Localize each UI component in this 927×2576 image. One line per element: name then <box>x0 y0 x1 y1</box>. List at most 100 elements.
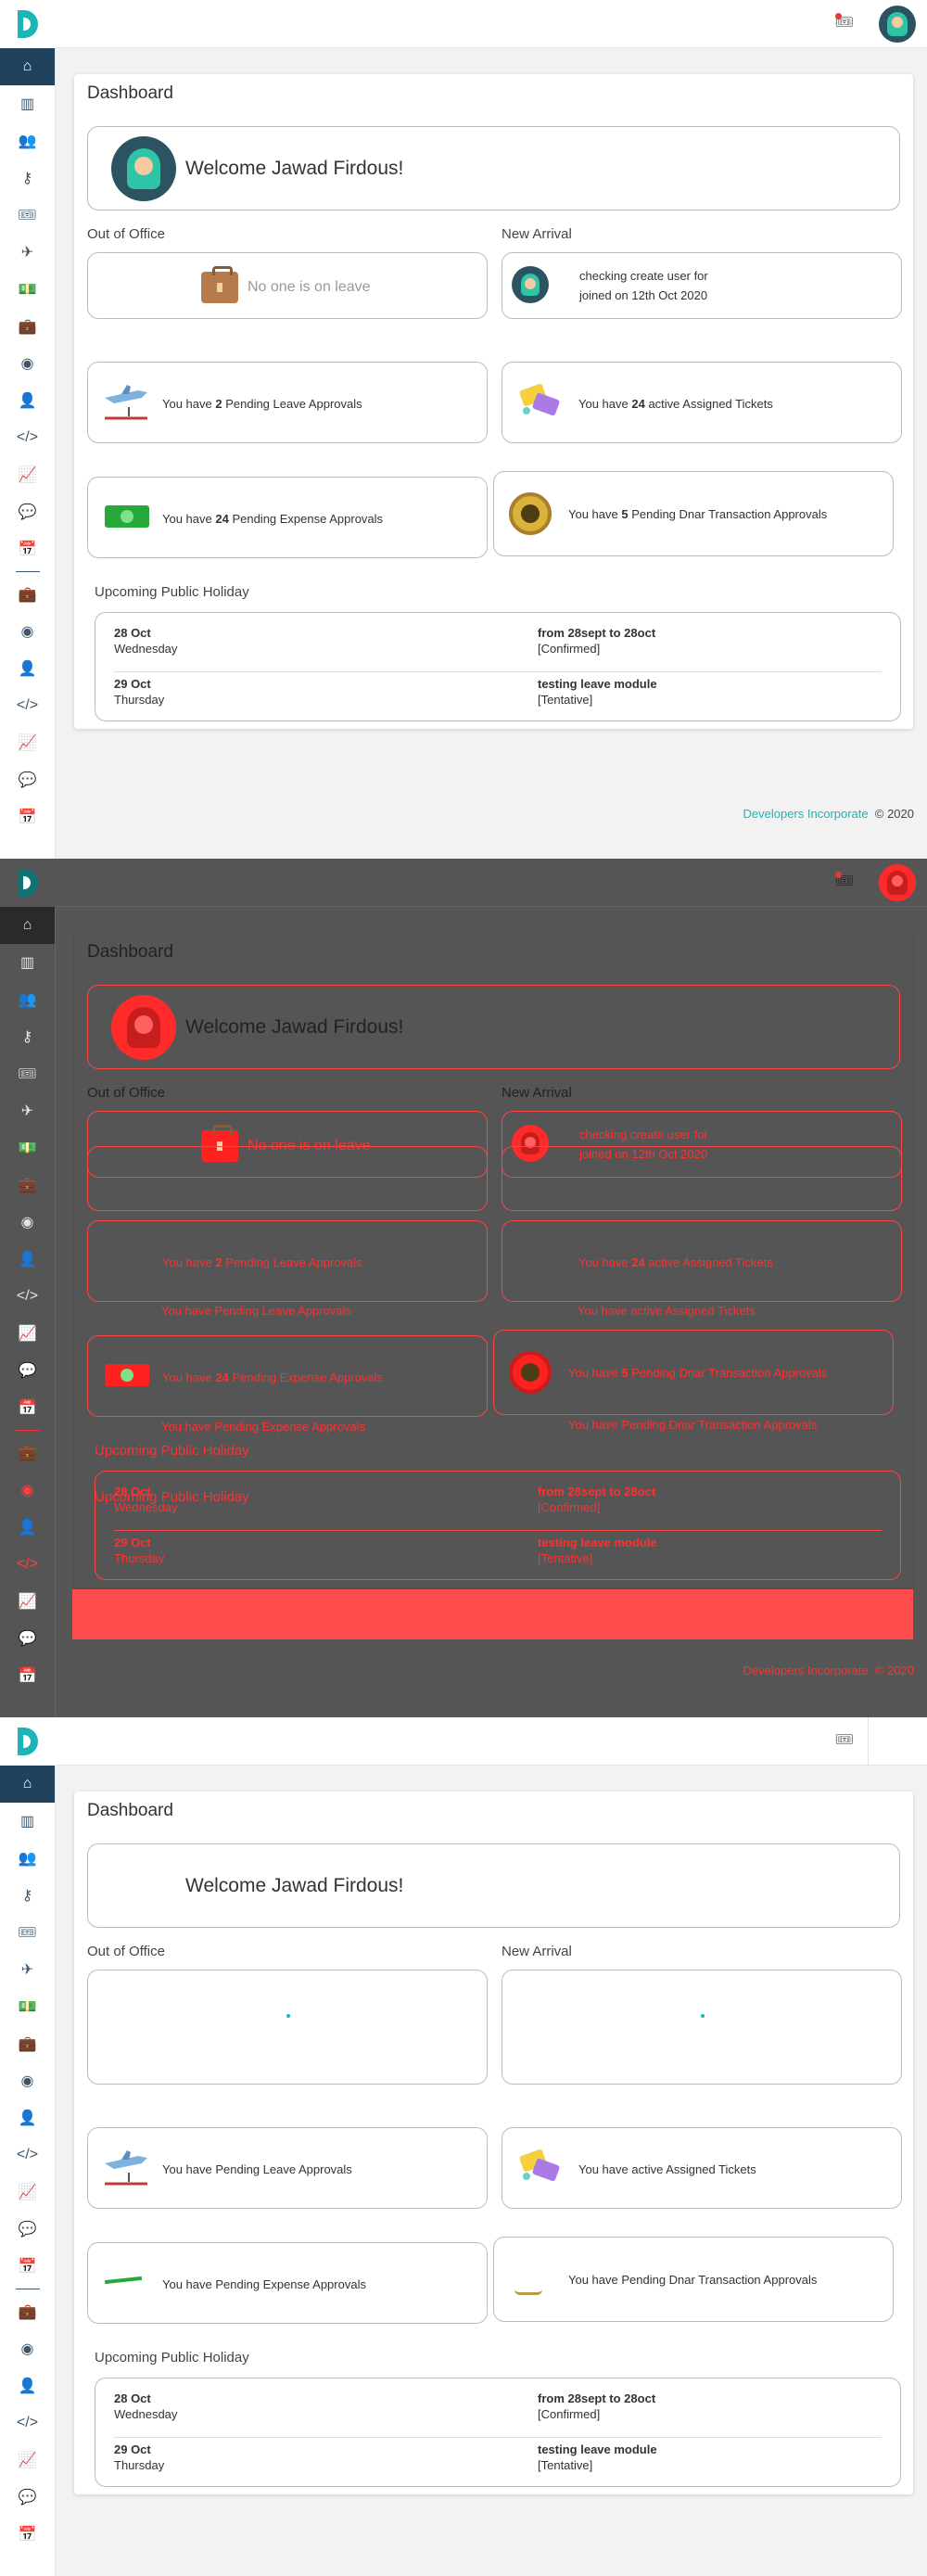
user-avatar-placeholder[interactable] <box>868 1717 927 1766</box>
calendar-icon[interactable]: 📅 <box>0 1657 55 1694</box>
building-icon[interactable]: ▥ <box>0 1803 55 1840</box>
home-icon[interactable]: ⌂ <box>0 48 55 85</box>
code-icon[interactable]: </> <box>0 419 55 456</box>
briefcase-icon[interactable]: 💼 <box>0 1167 55 1204</box>
chart-icon[interactable]: 📈 <box>0 1315 55 1352</box>
briefcase-icon[interactable]: 💼 <box>0 308 55 345</box>
leave-approvals-card[interactable]: You have Pending Leave Approvals <box>87 2127 488 2209</box>
brand-logo[interactable] <box>0 859 56 907</box>
brand-logo[interactable] <box>0 1717 56 1766</box>
user-plus-icon[interactable]: 👤 <box>0 650 55 687</box>
chat-icon[interactable]: 💬 <box>0 1620 55 1657</box>
page-title: Dashboard <box>87 83 173 103</box>
plane-icon[interactable]: ✈ <box>0 1951 55 1988</box>
calendar-icon[interactable]: 📅 <box>0 2516 55 2553</box>
ticket-icon[interactable]: 🎟 <box>0 1055 55 1092</box>
holiday-name: testing leave module <box>538 1536 657 1549</box>
new-arrival-card[interactable] <box>502 1970 902 2085</box>
avatar-face <box>521 274 540 296</box>
calendar-icon[interactable]: 📅 <box>0 798 55 835</box>
assigned-tickets-card[interactable]: You have active Assigned Tickets <box>502 2127 902 2209</box>
building-icon[interactable]: ▥ <box>0 944 55 981</box>
coin-icon[interactable]: ◉ <box>0 345 55 382</box>
building-icon[interactable]: ▥ <box>0 85 55 122</box>
ticket-icon[interactable]: 🎟 <box>0 197 55 234</box>
ticket-icon[interactable]: 🎟 <box>0 1914 55 1951</box>
users-icon[interactable]: 👥 <box>0 122 55 159</box>
assigned-tickets-card[interactable]: You have 24 active Assigned Tickets <box>502 1220 902 1302</box>
users-icon[interactable]: 👥 <box>0 981 55 1018</box>
dnar-approvals-card[interactable]: You have Pending Dnar Transaction Approv… <box>493 2237 894 2322</box>
holiday-date: 28 Oct <box>114 626 151 640</box>
home-icon[interactable]: ⌂ <box>0 1766 55 1803</box>
chart-icon[interactable]: 📈 <box>0 724 55 761</box>
dnar-approvals-card[interactable]: You have 5 Pending Dnar Transaction Appr… <box>493 471 894 556</box>
holiday-day: Thursday <box>114 693 165 707</box>
code-icon[interactable]: </> <box>0 687 55 724</box>
user-avatar[interactable] <box>879 6 916 43</box>
chat-icon[interactable]: 💬 <box>0 2479 55 2516</box>
calendar-icon[interactable]: 📅 <box>0 2248 55 2285</box>
calendar-icon[interactable]: 📅 <box>0 530 55 567</box>
ticket-icon[interactable]: 🎟 <box>834 1729 855 1750</box>
chat-icon[interactable]: 💬 <box>0 493 55 530</box>
expense-approvals-card[interactable]: You have 24 Pending Expense Approvals <box>87 1335 488 1417</box>
key-icon[interactable]: ⚷ <box>0 159 55 197</box>
assigned-tickets-card[interactable]: You have 24 active Assigned Tickets <box>502 362 902 443</box>
new-arrival-card[interactable]: checking create user for joined on 12th … <box>502 252 902 319</box>
leave-approvals-card[interactable]: You have 2 Pending Leave Approvals <box>87 1220 488 1302</box>
tickets-suffix: active Assigned Tickets <box>644 397 773 411</box>
chart-icon[interactable]: 📈 <box>0 1583 55 1620</box>
user-plus-icon[interactable]: 👤 <box>0 1509 55 1546</box>
leave-suffix: Pending Leave Approvals <box>222 397 362 411</box>
code-icon[interactable]: </> <box>0 1278 55 1315</box>
coin-icon[interactable]: ◉ <box>0 2330 55 2367</box>
leave-approvals-card[interactable]: You have 2 Pending Leave Approvals <box>87 362 488 443</box>
expense-approvals-card[interactable]: You have 24 Pending Expense Approvals <box>87 477 488 558</box>
money-icon[interactable]: 💵 <box>0 271 55 308</box>
chart-icon[interactable]: 📈 <box>0 2442 55 2479</box>
user-plus-icon[interactable]: 👤 <box>0 2099 55 2136</box>
tickets-prefix: You have <box>578 397 632 411</box>
coin-icon[interactable]: ◉ <box>0 613 55 650</box>
coin-icon[interactable]: ◉ <box>0 1472 55 1509</box>
holiday-name: testing leave module <box>538 2442 657 2456</box>
holiday-day: Thursday <box>114 1551 165 1565</box>
chat-icon[interactable]: 💬 <box>0 1352 55 1389</box>
users-icon[interactable]: 👥 <box>0 1840 55 1877</box>
dashboard-panel-overlay: 🎟 ⌂ ▥ 👥 ⚷ 🎟 ✈ 💵 💼 ◉ 👤 </> 📈 💬 📅 💼 ◉ 👤 </… <box>0 859 927 1717</box>
plane-icon[interactable]: ✈ <box>0 1092 55 1129</box>
leave-prefix: You have <box>162 397 216 411</box>
briefcase-icon[interactable]: 💼 <box>0 2025 55 2062</box>
code-icon[interactable]: </> <box>0 1546 55 1583</box>
user-plus-icon[interactable]: 👤 <box>0 1241 55 1278</box>
briefcase-icon[interactable]: 💼 <box>0 576 55 613</box>
user-avatar[interactable] <box>879 864 916 901</box>
coin-icon[interactable]: ◉ <box>0 1204 55 1241</box>
chart-icon[interactable]: 📈 <box>0 2174 55 2211</box>
user-plus-icon[interactable]: 👤 <box>0 2367 55 2404</box>
briefcase-icon[interactable]: 💼 <box>0 2293 55 2330</box>
footer-brand-link[interactable]: Developers Incorporate <box>743 807 869 821</box>
chart-icon[interactable]: 📈 <box>0 456 55 493</box>
home-icon[interactable]: ⌂ <box>0 907 55 944</box>
dnar-approvals-card[interactable]: You have 5 Pending Dnar Transaction Appr… <box>493 1330 894 1415</box>
money-icon[interactable]: 💵 <box>0 1129 55 1167</box>
code-icon[interactable]: </> <box>0 2136 55 2174</box>
briefcase-icon[interactable]: 💼 <box>0 1435 55 1472</box>
coin-icon[interactable]: ◉ <box>0 2062 55 2099</box>
key-icon[interactable]: ⚷ <box>0 1018 55 1055</box>
code-icon[interactable]: </> <box>0 2404 55 2442</box>
brand-logo[interactable] <box>0 0 56 48</box>
plane-icon[interactable]: ✈ <box>0 234 55 271</box>
key-icon[interactable]: ⚷ <box>0 1877 55 1914</box>
chat-icon[interactable]: 💬 <box>0 761 55 798</box>
holiday-name: from 28sept to 28oct <box>538 2391 656 2405</box>
leave-approvals-text-ghost: You have Pending Leave Approvals <box>161 1304 351 1318</box>
expense-approvals-card[interactable]: You have Pending Expense Approvals <box>87 2242 488 2324</box>
footer-brand-link[interactable]: Developers Incorporate <box>743 1664 869 1677</box>
user-plus-icon[interactable]: 👤 <box>0 382 55 419</box>
chat-icon[interactable]: 💬 <box>0 2211 55 2248</box>
money-icon[interactable]: 💵 <box>0 1988 55 2025</box>
calendar-icon[interactable]: 📅 <box>0 1389 55 1426</box>
